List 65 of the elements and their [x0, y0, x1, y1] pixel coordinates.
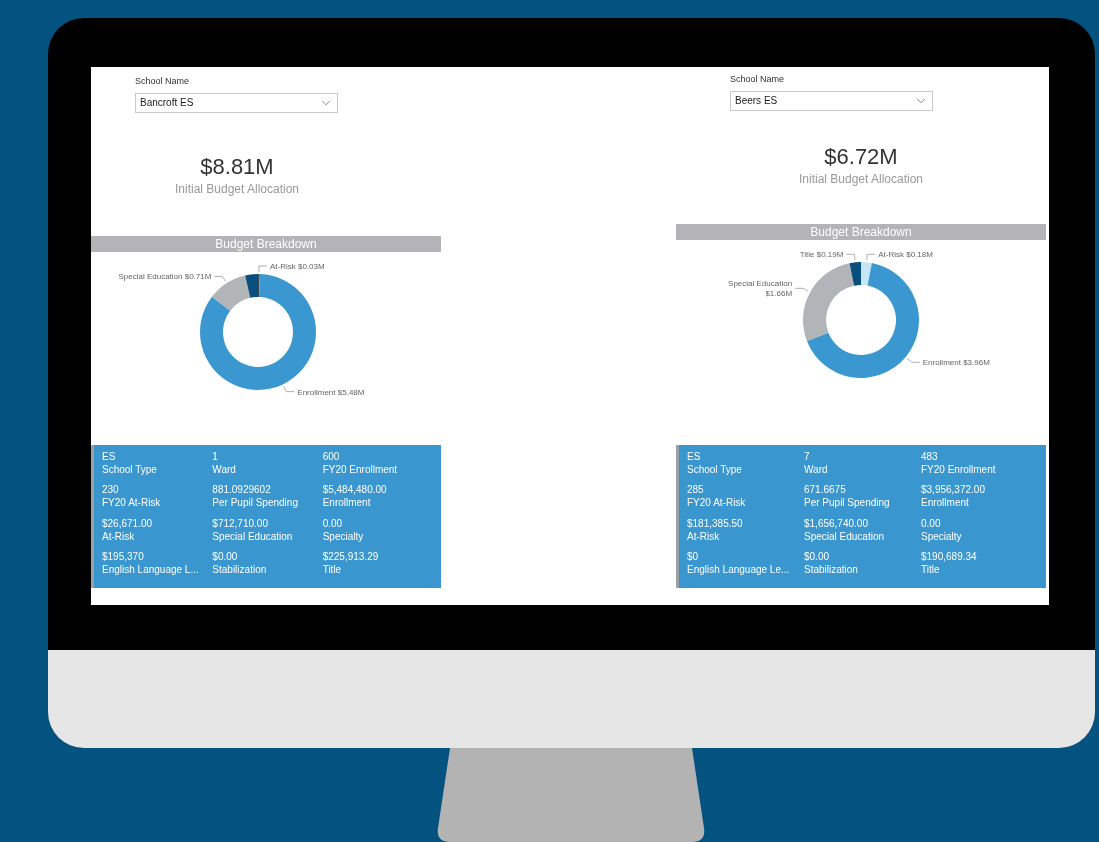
card-label: Per Pupil Spending — [804, 496, 891, 510]
slice-label: Special Education $1.66M — [728, 279, 793, 299]
card-label: Special Education — [212, 529, 294, 543]
slice-label: Enrollment $3.96M — [922, 358, 990, 368]
school-dropdown[interactable]: Bancroft ES — [135, 92, 338, 113]
card-label: Enrollment — [921, 496, 970, 510]
card-label: School Type — [687, 463, 743, 476]
slice-label: Enrollment $5.48M — [297, 387, 365, 397]
card-value: ES — [687, 450, 702, 463]
card-value: 671.6675 — [804, 483, 847, 497]
card-value: $190,689.34 — [921, 549, 978, 563]
slice-label: Title $0.19M — [799, 250, 844, 260]
card-value: 0.00 — [921, 516, 942, 530]
card-label: English Language Le... — [687, 562, 791, 576]
card-value: $5,484,480.00 — [322, 483, 388, 497]
kpi-label: Initial Budget Allocation — [174, 181, 300, 198]
card-label: English Language L... — [102, 562, 200, 576]
kpi-value: $8.81M — [200, 152, 274, 180]
card-label: FY20 Enrollment — [921, 463, 997, 476]
card-label: At-Risk — [687, 529, 721, 543]
chart-title-bar: Budget Breakdown — [91, 236, 441, 252]
card-value: $225,913.29 — [322, 549, 380, 563]
kpi-value: $6.72M — [824, 142, 898, 170]
card-value: $0 — [687, 549, 700, 563]
kpi-label: Initial Budget Allocation — [798, 171, 924, 188]
card-label: Specialty — [322, 529, 365, 543]
slice-label: At-Risk $0.18M — [878, 250, 933, 260]
card-value: $3,956,372.00 — [921, 483, 986, 497]
card-label: At-Risk — [102, 529, 136, 543]
card-label: FY20 At-Risk — [687, 496, 747, 510]
card-value: 0.00 — [322, 516, 344, 530]
card-label: Ward — [212, 463, 237, 476]
card-label: Special Education — [804, 529, 886, 543]
filter-label: School Name — [135, 75, 191, 88]
school-dropdown[interactable]: Beers ES — [730, 90, 933, 111]
card-value: 600 — [322, 450, 341, 463]
card-value: 483 — [921, 450, 939, 463]
card-value: $0.00 — [212, 549, 239, 563]
chart-title-bar: Budget Breakdown — [676, 224, 1046, 240]
filter-label: School Name — [730, 73, 786, 86]
card-label: Title — [322, 562, 343, 576]
card-label: FY20 Enrollment — [322, 463, 399, 476]
card-value: $181,385.50 — [687, 516, 744, 530]
card-value: $0.00 — [804, 549, 831, 563]
card-label: Enrollment — [322, 496, 372, 510]
card-value: 230 — [102, 483, 120, 497]
card-label: FY20 At-Risk — [102, 496, 162, 510]
card-value: 1 — [212, 450, 219, 463]
card-value: $195,370 — [102, 549, 145, 563]
card-label: School Type — [102, 463, 158, 476]
card-value: ES — [102, 450, 117, 463]
card-label: Ward — [804, 463, 829, 476]
slice-label: At-Risk $0.03M — [269, 262, 325, 271]
card-value: 881.0929602 — [212, 483, 272, 497]
card-label: Specialty — [921, 529, 963, 543]
card-value: 285 — [687, 483, 705, 497]
card-label: Title — [921, 562, 941, 576]
card-label: Per Pupil Spending — [212, 496, 299, 510]
slice-label: Special Education $0.71M — [118, 272, 212, 282]
card-label: Stabilization — [212, 562, 268, 576]
card-value: 7 — [804, 450, 811, 463]
card-value: $26,671.00 — [102, 516, 154, 530]
card-label: Stabilization — [804, 562, 859, 576]
card-value: $1,656,740.00 — [804, 516, 869, 530]
card-value: $712,710.00 — [212, 516, 269, 530]
